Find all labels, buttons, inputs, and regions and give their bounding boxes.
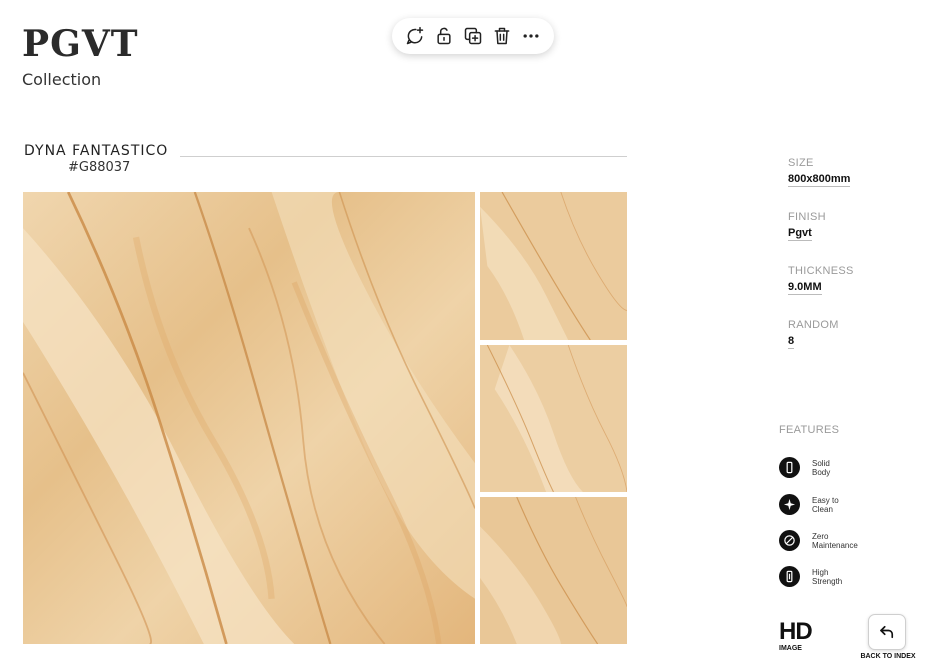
spec-finish-label: FINISH [788,211,826,223]
tile-variant-1-image [480,192,627,340]
feature-high-strength-line2: Strength [812,576,843,586]
feature-solid-body: Solid Body [779,457,872,478]
spec-finish-value: Pgvt [788,227,812,241]
floating-toolbar [392,18,554,54]
brand-title: PGVT [22,23,139,65]
sparkle-icon [783,498,796,511]
no-symbol-icon [784,535,795,546]
features-title: FEATURES [779,424,840,436]
feature-zero-maintenance-line1: Zero [812,531,829,541]
trash-icon [494,27,510,45]
hd-image-badge: HD IMAGE [779,618,813,653]
feature-easy-clean-line1: Easy to [812,495,839,505]
spec-thickness-value: 9.0MM [788,281,822,295]
spec-thickness: THICKNESS 9.0MM [788,265,854,295]
feature-zero-maintenance-line2: Maintenance [812,540,858,550]
feature-solid-body-line1: Solid [812,458,830,468]
spec-size-label: SIZE [788,157,814,169]
delete-button[interactable] [489,23,515,49]
more-horizontal-icon [523,34,539,38]
feature-easy-clean: Easy to Clean [779,494,872,515]
unlock-icon [437,27,451,45]
hd-mark: HD [779,618,813,645]
hd-label: IMAGE [779,645,802,652]
feature-easy-clean-line2: Clean [812,504,833,514]
spec-size-value: 800x800mm [788,173,851,187]
more-button[interactable] [518,23,544,49]
solid-body-icon [786,461,793,474]
duplicate-icon [464,27,482,45]
back-to-index-label[interactable]: BACK TO INDEX [856,653,920,660]
comment-add-button[interactable] [402,23,428,49]
strength-icon [786,570,793,583]
spec-size: SIZE 800x800mm [788,157,851,187]
back-to-index-button[interactable] [868,614,906,650]
product-code: #G88037 [68,160,131,175]
spec-thickness-label: THICKNESS [788,265,854,277]
return-arrow-icon [880,625,894,639]
product-name: DYNA FANTASTICO [24,143,169,159]
spec-random: RANDOM 8 [788,319,839,349]
brand: PGVT Collection [22,24,139,89]
tile-variant-3-image [480,497,627,644]
feature-zero-maintenance: Zero Maintenance [779,530,872,551]
spec-random-label: RANDOM [788,319,839,331]
feature-solid-body-line2: Body [812,467,831,477]
feature-high-strength: High Strength [779,566,872,587]
tile-variant-2-image [480,345,627,492]
tile-main-image [23,192,475,644]
duplicate-button[interactable] [460,23,486,49]
brand-subtitle: Collection [22,70,102,89]
unlock-button[interactable] [431,23,457,49]
title-divider [180,156,627,157]
comment-plus-icon [406,26,423,45]
feature-high-strength-line1: High [812,567,829,577]
spec-finish: FINISH Pgvt [788,211,826,241]
spec-random-value: 8 [788,335,795,349]
